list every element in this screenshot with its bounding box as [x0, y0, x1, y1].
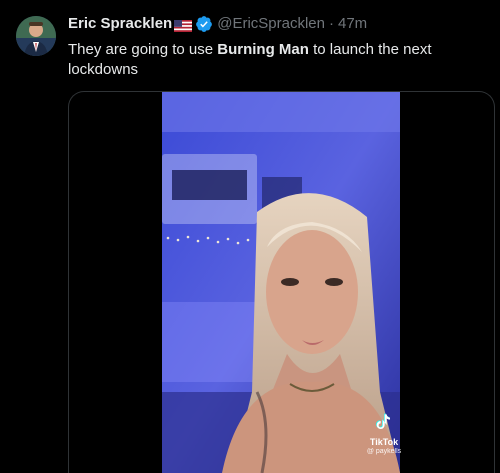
- tweet-text: They are going to use Burning Man to lau…: [68, 40, 468, 80]
- video-player[interactable]: TikTok @ paykells: [68, 91, 495, 473]
- separator-dot: ·: [329, 15, 334, 32]
- tweet-article[interactable]: Eric Spracklen @EricSpracklen · 47m They…: [0, 0, 500, 473]
- tiktok-watermark: TikTok @ paykells: [361, 412, 407, 455]
- verified-badge-icon[interactable]: [195, 15, 213, 33]
- us-flag-icon: [174, 18, 193, 32]
- tweet-text-part: They are going to use: [68, 41, 218, 58]
- tweet-timestamp[interactable]: 47m: [338, 14, 367, 34]
- avatar-image: [16, 16, 56, 56]
- display-name[interactable]: Eric Spracklen: [68, 14, 172, 34]
- tiktok-logo-icon: [376, 413, 390, 429]
- avatar[interactable]: [16, 16, 56, 56]
- tweet-content: Eric Spracklen @EricSpracklen · 47m They…: [68, 14, 488, 80]
- tweet-text-bold: Burning Man: [217, 41, 309, 58]
- tweet-header: Eric Spracklen @EricSpracklen · 47m: [68, 14, 488, 34]
- tiktok-brand: TikTok: [369, 437, 399, 447]
- user-handle[interactable]: @EricSpracklen: [217, 14, 325, 34]
- tiktok-username: @ paykells: [366, 448, 402, 455]
